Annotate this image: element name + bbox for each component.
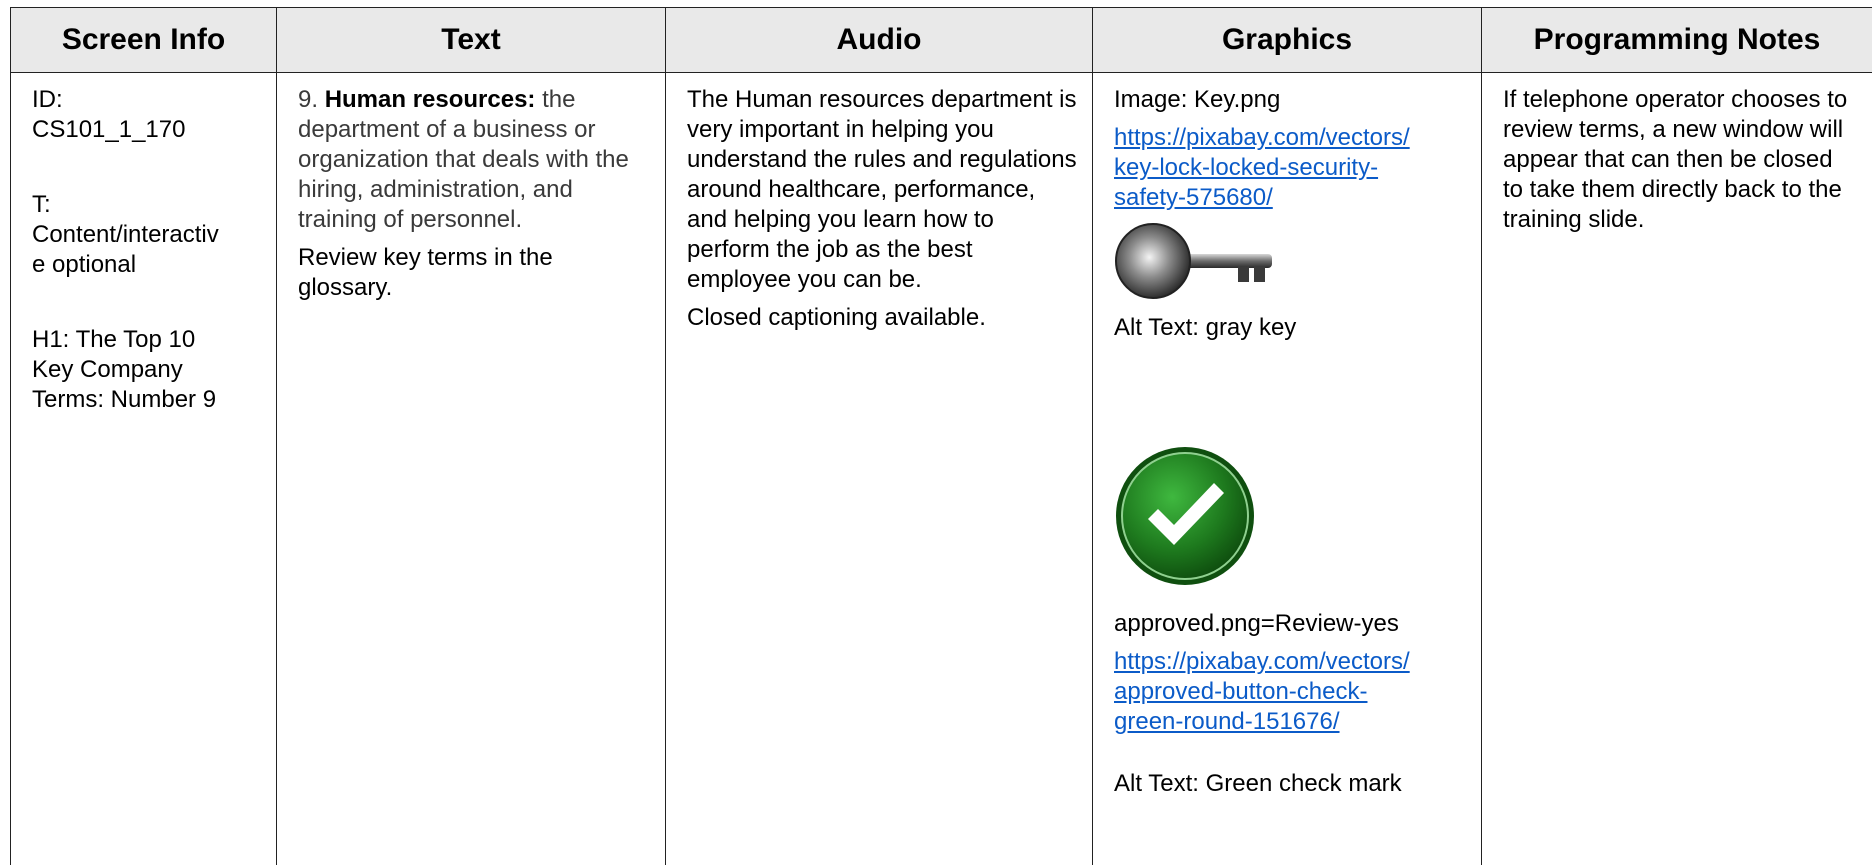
graphics-cell: Image: Key.png https://pixabay.com/vecto… xyxy=(1093,73,1482,865)
screen-type: T: Content/interactiv e optional xyxy=(32,190,262,280)
audio-cell: The Human resources department is very i… xyxy=(666,73,1093,865)
review-glossary-text: Review key terms in the glossary. xyxy=(298,243,651,303)
header-row: Screen Info Text Audio Graphics Programm… xyxy=(11,8,1872,73)
header-programming-notes: Programming Notes xyxy=(1482,8,1872,73)
screen-heading-line-2: Key Company xyxy=(32,355,262,385)
table-row: ID: CS101_1_170 T: Content/interactiv e … xyxy=(11,73,1872,865)
screen-heading-line-1: H1: The Top 10 xyxy=(32,325,262,355)
check-image-source-link[interactable]: https://pixabay.com/vectors/ approved-bu… xyxy=(1114,647,1467,737)
screen-id-label: ID: xyxy=(32,85,262,115)
screen-heading-line-3: Terms: Number 9 xyxy=(32,385,262,415)
audio-narration: The Human resources department is very i… xyxy=(687,85,1078,295)
closed-captioning-note: Closed captioning available. xyxy=(687,303,1078,333)
header-audio: Audio xyxy=(666,8,1093,73)
key-icon xyxy=(1114,223,1467,309)
text-cell: 9. Human resources: the department of a … xyxy=(277,73,666,865)
image-check-alt-text: Alt Text: Green check mark xyxy=(1114,769,1467,799)
key-image-source-link[interactable]: https://pixabay.com/vectors/ key-lock-lo… xyxy=(1114,123,1467,213)
screen-type-value-line-2: e optional xyxy=(32,250,262,280)
check-mark-icon xyxy=(1114,445,1467,595)
term-number: 9. xyxy=(298,86,318,113)
image-check-label: approved.png=Review-yes xyxy=(1114,609,1467,639)
programming-note: If telephone operator chooses to review … xyxy=(1503,85,1858,235)
screen-id-value: CS101_1_170 xyxy=(32,115,262,145)
screen-info-cell: ID: CS101_1_170 T: Content/interactiv e … xyxy=(11,73,277,865)
term-definition: 9. Human resources: the department of a … xyxy=(298,85,651,235)
screen-type-value-line-1: Content/interactiv xyxy=(32,220,262,250)
programming-notes-cell: If telephone operator chooses to review … xyxy=(1482,73,1872,865)
image-key-alt-text: Alt Text: gray key xyxy=(1114,313,1467,343)
screen-type-label: T: xyxy=(32,190,262,220)
storyboard-table: Screen Info Text Audio Graphics Programm… xyxy=(10,7,1872,865)
header-graphics: Graphics xyxy=(1093,8,1482,73)
screen-id: ID: CS101_1_170 xyxy=(32,85,262,145)
header-screen-info: Screen Info xyxy=(11,8,277,73)
term-name: Human resources: xyxy=(325,86,536,113)
header-text: Text xyxy=(277,8,666,73)
screen-heading: H1: The Top 10 Key Company Terms: Number… xyxy=(32,325,262,415)
image-key-label: Image: Key.png xyxy=(1114,85,1467,115)
